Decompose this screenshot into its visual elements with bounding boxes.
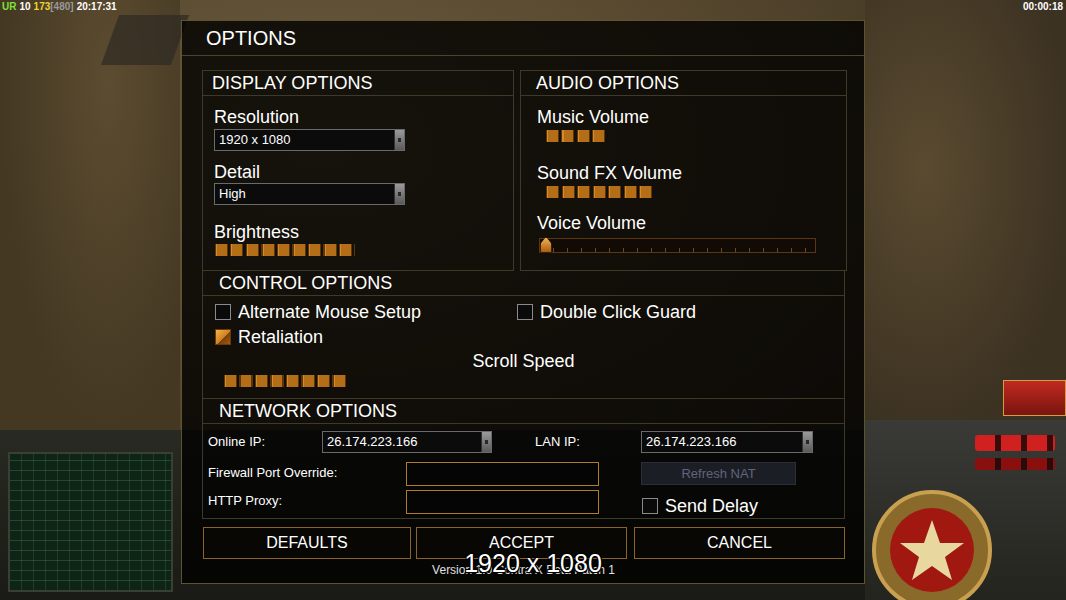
scroll-speed-wrap [203,372,844,387]
slider[interactable] [215,244,495,256]
hud-stat: 20:17:31 [77,1,117,12]
network-body: Online IP:26.174.223.166LAN IP:26.174.22… [203,424,844,517]
dropdown[interactable]: 1920 x 1080 [214,129,405,151]
checkbox-row[interactable]: Double Click Guard [517,301,844,323]
firewall-port-field[interactable] [406,462,599,486]
dialog-buttons: DEFAULTSACCEPTCANCEL [203,527,845,559]
brightness-label: Brightness [214,221,503,243]
refresh-nat-button[interactable]: Refresh NAT [641,462,796,485]
options-dialog: OPTIONSDISPLAY OPTIONSResolution1920 x 1… [181,20,865,584]
checkbox[interactable] [517,304,533,320]
checkbox-label: Alternate Mouse Setup [238,301,421,323]
display-options: DISPLAY OPTIONS Resolution1920 x 1080 Deta… [202,70,514,271]
volume-wrap [539,238,836,253]
slider-fill [215,244,355,256]
display-body: Resolution1920 x 1080 DetailHigh Brightnes… [203,96,513,256]
http-proxy-field[interactable] [406,490,599,514]
status-lights [975,435,1055,451]
section-header: DISPLAY OPTIONS [203,71,513,96]
firewall-label: Firewall Port Override: [208,462,406,490]
game-timer: 00:00:18 [1023,1,1063,12]
hud-stat: [480] [50,1,73,12]
checkbox-label: Retaliation [238,326,323,348]
slider-fill [224,375,347,387]
terrain-patch [865,0,1066,420]
detail-label: Detail [214,161,503,183]
flag [1003,380,1066,416]
resolution-overlay: 1920 x 1080 [0,549,1066,578]
refresh-nat-label: Refresh NAT [681,466,755,481]
resource-display: UR10 173[480] 20:17:31 [2,1,120,12]
audio-options: AUDIO OPTIONS Music Volume Sound FX Volume… [520,70,847,271]
network-options: NETWORK OPTIONSOnline IP:26.174.223.166L… [202,399,845,519]
hud-stat: UR [2,1,16,12]
dropdown[interactable]: 26.174.223.166 [641,431,813,453]
section-header: NETWORK OPTIONS [203,399,844,424]
control-checkboxes: Alternate Mouse Setup Double Click Guard R… [203,296,844,348]
dialog-button[interactable]: DEFAULTS [203,527,411,559]
resolution-wrap: 1920 x 1080 [214,129,503,151]
volume-label: Sound FX Volume [537,162,836,184]
dialog-title: OPTIONS [182,21,864,56]
volume-label: Music Volume [537,106,836,128]
http-proxy-label: HTTP Proxy: [208,490,406,518]
dropdown[interactable]: 26.174.223.166 [322,431,492,453]
volume-label: Voice Volume [537,212,836,234]
audio-body: Music Volume Sound FX Volume Voice Volume [521,96,846,253]
section-header: CONTROL OPTIONS [203,271,844,296]
checkbox-row[interactable]: Send Delay [641,495,796,517]
lan-ip-label: LAN IP: [535,431,641,453]
dropdown-value: 1920 x 1080 [215,130,394,150]
checkbox-row[interactable]: Alternate Mouse Setup [215,301,517,323]
network-inputs: Firewall Port Override:HTTP Proxy: [208,462,641,517]
dropdown-arrow-icon [481,432,491,452]
dropdown[interactable]: High [214,183,405,205]
minimap [8,452,173,592]
dialog-button[interactable]: CANCEL [634,527,845,559]
slider[interactable] [224,375,504,387]
checkbox-label: Double Click Guard [540,301,696,323]
slider-fill [546,186,655,198]
ip-row: Online IP:26.174.223.166LAN IP:26.174.22… [208,431,844,453]
dropdown-value: 26.174.223.166 [642,432,802,452]
dropdown-arrow-icon [394,130,404,150]
resolution-label: Resolution [214,106,503,128]
checkbox-label: Send Delay [665,495,758,517]
faction-emblem-icon [862,475,1002,600]
volume-wrap [546,130,836,142]
slider-thumb[interactable] [540,237,552,253]
dropdown-arrow-icon [802,432,812,452]
slider[interactable] [546,186,826,198]
checkbox[interactable] [642,498,658,514]
status-lights [975,458,1055,470]
options-top-row: DISPLAY OPTIONS Resolution1920 x 1080 Deta… [202,70,845,271]
section-header: AUDIO OPTIONS [521,71,846,96]
checkbox[interactable] [215,304,231,320]
dropdown-arrow-icon [394,184,404,204]
volume-wrap [546,186,836,198]
dialog-button[interactable]: ACCEPT [416,527,627,559]
slider[interactable] [546,130,826,142]
dropdown-value: High [215,184,394,204]
online-ip-label: Online IP: [208,431,322,453]
hud-stat: 10 [19,1,30,12]
network-actions: Refresh NAT Send Delay [641,462,796,517]
checkbox-row[interactable]: Retaliation [215,326,517,348]
brightness-wrap [215,244,503,256]
slider[interactable] [539,238,816,253]
checkbox[interactable] [215,329,231,345]
hud-stat: 173 [34,1,51,12]
network-fields: Firewall Port Override:HTTP Proxy:Refres… [208,462,844,517]
version-text: Version 1.0 Contra X Beta Patch 1 [202,563,845,577]
scroll-speed-label: Scroll Speed [203,350,844,372]
dropdown-value: 26.174.223.166 [323,432,481,452]
slider-fill [546,130,605,142]
control-options: CONTROL OPTIONS Alternate Mouse Setup Doub… [202,271,845,399]
